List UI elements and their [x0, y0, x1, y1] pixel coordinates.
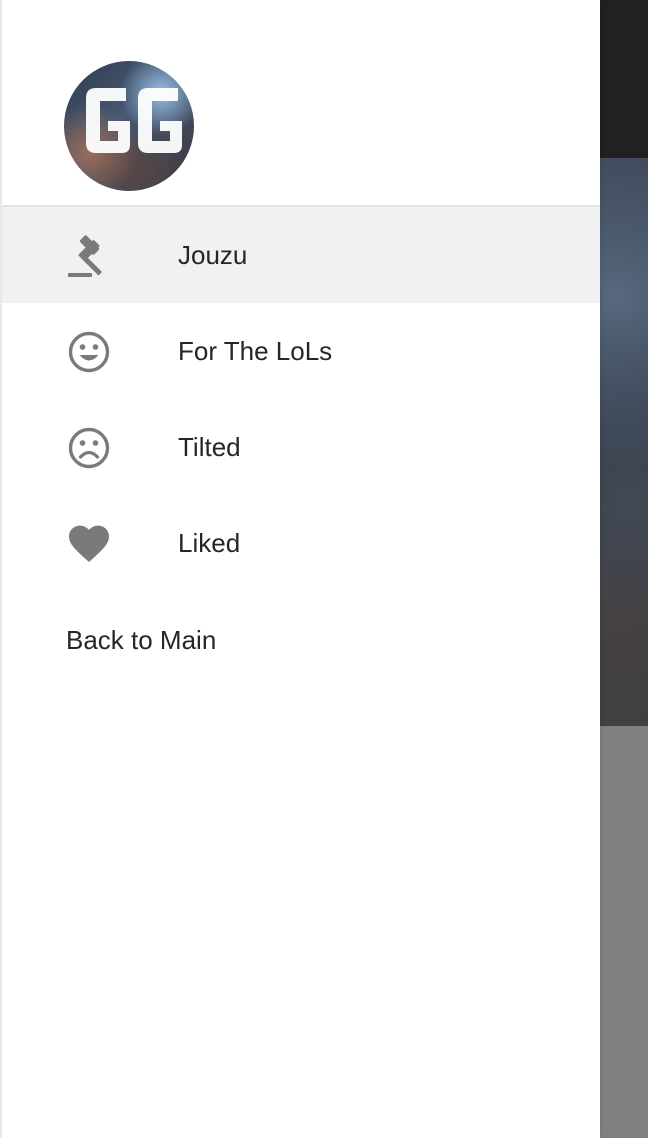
- drawer-header: [2, 0, 600, 207]
- menu-item-liked[interactable]: Liked: [2, 495, 600, 591]
- menu-item-label: For The LoLs: [178, 336, 333, 366]
- drawer-menu: Jouzu For The LoLs Tilted Liked: [2, 207, 600, 591]
- background-scrim[interactable]: [600, 726, 648, 1138]
- app-screen: Jouzu For The LoLs Tilted Liked Back to …: [0, 0, 648, 1138]
- smiley-face-icon: [68, 331, 110, 373]
- menu-item-tilted[interactable]: Tilted: [2, 399, 600, 495]
- sad-face-icon: [68, 427, 110, 469]
- menu-item-label: Liked: [178, 528, 241, 558]
- heart-icon: [69, 525, 109, 562]
- background-hero-image: [600, 158, 648, 726]
- background-app-bar: [600, 0, 648, 158]
- navigation-drawer: Jouzu For The LoLs Tilted Liked Back to …: [0, 0, 600, 1138]
- gg-logo-icon: [86, 88, 182, 153]
- avatar[interactable]: [64, 61, 194, 191]
- gavel-icon: [68, 235, 102, 277]
- back-to-main-link[interactable]: Back to Main: [66, 612, 216, 668]
- menu-item-label: Tilted: [178, 432, 241, 462]
- menu-item-label: Jouzu: [178, 240, 248, 270]
- menu-item-jouzu[interactable]: Jouzu: [2, 207, 600, 303]
- menu-item-for-the-lols[interactable]: For The LoLs: [2, 303, 600, 399]
